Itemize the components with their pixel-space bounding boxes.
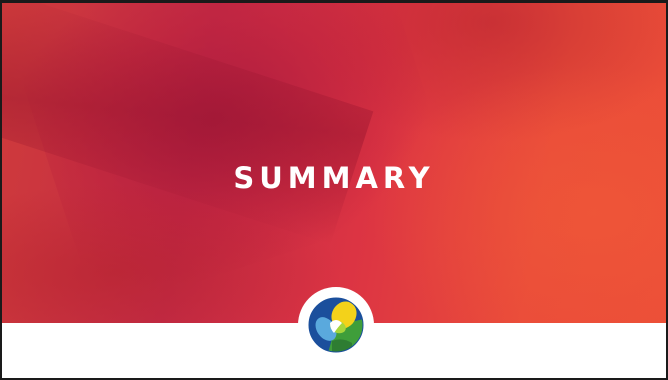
banner-shade (2, 183, 342, 323)
slide-title: SUMMARY (233, 161, 435, 195)
slide: SUMMARY (0, 0, 668, 380)
hero-banner: SUMMARY (2, 3, 666, 323)
tricolor-circle-logo-icon (308, 297, 364, 353)
